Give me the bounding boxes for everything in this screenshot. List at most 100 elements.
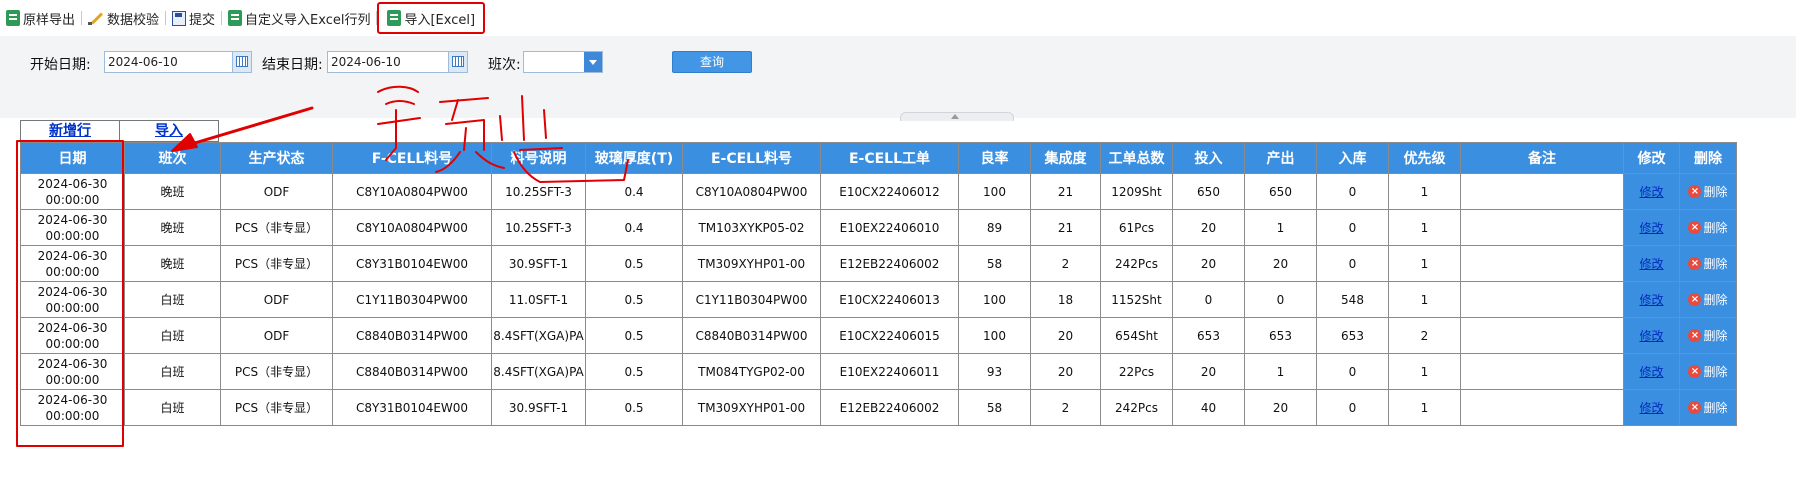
- filter-panel: [0, 36, 1796, 118]
- table-cell: 653: [1172, 317, 1245, 354]
- remark-cell[interactable]: [1460, 209, 1624, 246]
- delete-label: 删除: [1703, 257, 1728, 271]
- remark-cell[interactable]: [1460, 389, 1624, 426]
- delete-row-button[interactable]: × 删除: [1688, 291, 1728, 308]
- delete-label: 删除: [1703, 365, 1728, 379]
- remark-cell[interactable]: [1460, 281, 1624, 318]
- column-header: F-CELL料号: [332, 142, 492, 174]
- data-validate-button[interactable]: 数据校验: [82, 6, 165, 30]
- table-cell: 21: [1030, 209, 1101, 246]
- table-cell: 0: [1316, 353, 1389, 390]
- import-excel-button[interactable]: 导入[Excel]: [377, 2, 486, 34]
- query-button[interactable]: 查询: [672, 51, 752, 73]
- data-validate-label: 数据校验: [107, 12, 160, 28]
- remark-cell[interactable]: [1460, 317, 1624, 354]
- table-cell: C8Y31B0104EW00: [332, 245, 492, 282]
- table-cell: 0: [1244, 281, 1317, 318]
- table-cell: E10CX22406013: [820, 281, 959, 318]
- edit-row-link[interactable]: 修改: [1639, 293, 1663, 307]
- edit-cell: 修改: [1623, 209, 1680, 246]
- edit-row-link[interactable]: 修改: [1639, 401, 1663, 415]
- edit-row-link[interactable]: 修改: [1639, 329, 1663, 343]
- start-date-label: 开始日期:: [30, 57, 91, 73]
- table-cell: 20: [1030, 353, 1101, 390]
- delete-row-button[interactable]: × 删除: [1688, 327, 1728, 344]
- excel-export-icon: [6, 10, 20, 26]
- table-cell: 242Pcs: [1100, 389, 1173, 426]
- table-cell: 20: [1172, 245, 1245, 282]
- table-cell: 0.5: [585, 245, 683, 282]
- table-cell: 20: [1244, 389, 1317, 426]
- table-cell: TM084TYGP02-00: [682, 353, 821, 390]
- edit-cell: 修改: [1623, 317, 1680, 354]
- export-as-is-label: 原样导出: [23, 12, 76, 28]
- submit-button[interactable]: 提交: [166, 6, 221, 30]
- delete-row-button[interactable]: × 删除: [1688, 219, 1728, 236]
- delete-icon: ×: [1688, 401, 1702, 414]
- table-cell: C8Y10A0804PW00: [682, 173, 821, 210]
- table-cell: C8840B0314PW00: [682, 317, 821, 354]
- edit-row-link[interactable]: 修改: [1639, 257, 1663, 271]
- remark-cell[interactable]: [1460, 245, 1624, 282]
- delete-icon: ×: [1688, 221, 1702, 234]
- collapse-handle[interactable]: [900, 112, 1014, 121]
- export-as-is-button[interactable]: 原样导出: [0, 6, 81, 30]
- import-excel-label: 导入[Excel]: [404, 12, 476, 28]
- delete-cell: × 删除: [1679, 317, 1737, 354]
- delete-row-button[interactable]: × 删除: [1688, 183, 1728, 200]
- excel-import-icon: [387, 10, 402, 26]
- table-cell: C1Y11B0304PW00: [682, 281, 821, 318]
- start-date-input[interactable]: [104, 51, 234, 73]
- excel-import-icon: [228, 10, 243, 26]
- table-cell: TM309XYHP01-00: [682, 245, 821, 282]
- table-cell: 100: [958, 317, 1031, 354]
- table-cell: 100: [958, 281, 1031, 318]
- delete-cell: × 删除: [1679, 353, 1737, 390]
- delete-icon: ×: [1688, 365, 1702, 378]
- delete-row-button[interactable]: × 删除: [1688, 399, 1728, 416]
- table-cell: 白班: [124, 281, 221, 318]
- table-cell: 2: [1388, 317, 1461, 354]
- remark-cell[interactable]: [1460, 353, 1624, 390]
- table-cell: 0: [1316, 173, 1389, 210]
- start-calendar-icon[interactable]: [232, 51, 252, 73]
- table-cell: 1: [1388, 209, 1461, 246]
- edit-row-link[interactable]: 修改: [1639, 365, 1663, 379]
- edit-row-link[interactable]: 修改: [1639, 185, 1663, 199]
- table-row: 2024-06-30 00:00:00 白班 PCS（非专显） C8Y31B0104E…: [20, 389, 1737, 426]
- table-cell: 0: [1316, 389, 1389, 426]
- delete-icon: ×: [1688, 185, 1702, 198]
- table-row: 2024-06-30 00:00:00 晚班 ODF C8Y10A0804PW00 10…: [20, 173, 1737, 210]
- column-header: E-CELL工单: [820, 142, 959, 174]
- table-cell: 58: [958, 245, 1031, 282]
- table-cell: 548: [1316, 281, 1389, 318]
- column-header: 集成度: [1030, 142, 1101, 174]
- delete-row-button[interactable]: × 删除: [1688, 363, 1728, 380]
- end-calendar-icon[interactable]: [448, 51, 468, 73]
- chevron-down-icon[interactable]: [584, 52, 602, 72]
- end-date-input[interactable]: [327, 51, 457, 73]
- table-cell: 2024-06-30 00:00:00: [20, 173, 125, 210]
- delete-label: 删除: [1703, 185, 1728, 199]
- delete-row-button[interactable]: × 删除: [1688, 255, 1728, 272]
- table-cell: 白班: [124, 317, 221, 354]
- submit-label: 提交: [189, 12, 216, 28]
- add-row-tab[interactable]: 新增行: [20, 120, 120, 142]
- column-header: 产出: [1244, 142, 1317, 174]
- table-cell: 0: [1316, 245, 1389, 282]
- custom-import-excel-button[interactable]: 自定义导入Excel行列: [222, 6, 376, 30]
- table-cell: 21: [1030, 173, 1101, 210]
- remark-cell[interactable]: [1460, 173, 1624, 210]
- delete-cell: × 删除: [1679, 173, 1737, 210]
- column-header: 修改: [1623, 142, 1680, 174]
- table-row: 2024-06-30 00:00:00 白班 ODF C8840B0314PW00 8.…: [20, 317, 1737, 354]
- shift-select[interactable]: [523, 51, 603, 73]
- edit-cell: 修改: [1623, 281, 1680, 318]
- table-cell: C8840B0314PW00: [332, 317, 492, 354]
- edit-cell: 修改: [1623, 389, 1680, 426]
- table-cell: 93: [958, 353, 1031, 390]
- pencil-icon: [88, 10, 104, 26]
- table-cell: 0.5: [585, 353, 683, 390]
- edit-row-link[interactable]: 修改: [1639, 221, 1663, 235]
- import-tab[interactable]: 导入: [119, 120, 219, 142]
